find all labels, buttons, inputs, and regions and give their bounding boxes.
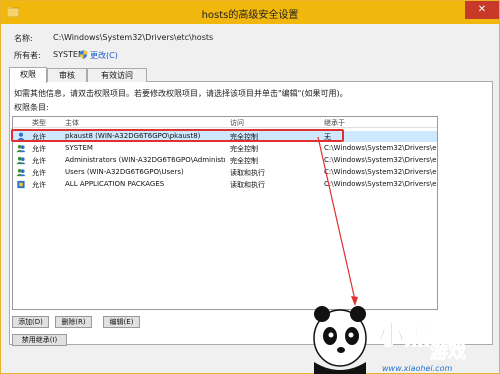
svg-text:www.xiaohei.com: www.xiaohei.com — [382, 364, 452, 373]
watermark-logo: 小黑 游戏 www.xiaohei.com — [313, 306, 466, 374]
svg-text:小黑: 小黑 — [378, 321, 430, 351]
svg-text:游戏: 游戏 — [430, 341, 466, 363]
